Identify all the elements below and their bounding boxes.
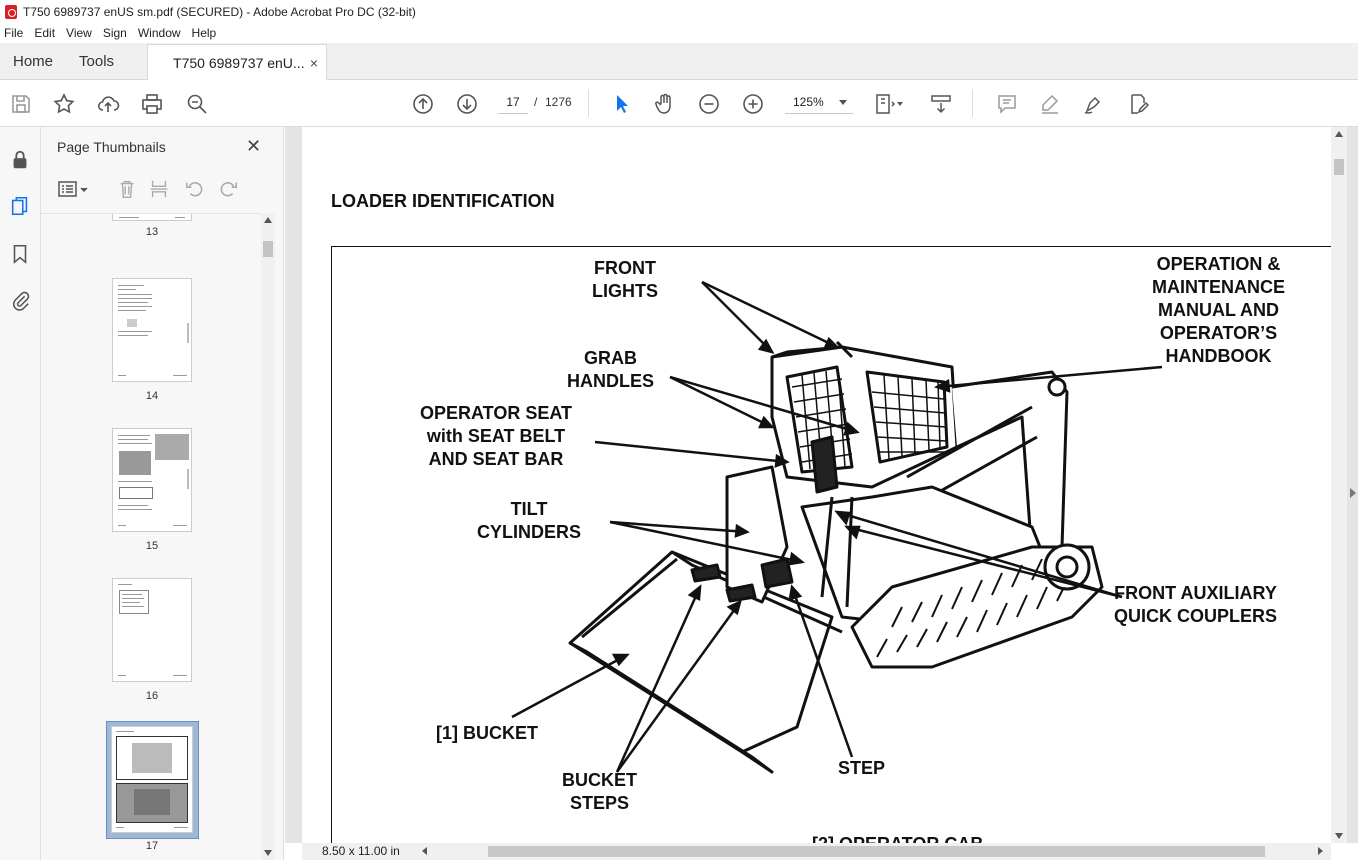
page-separator: / (534, 95, 538, 109)
tab-tools[interactable]: Tools (66, 43, 127, 79)
thumbnail-label: 13 (145, 226, 159, 238)
page-up-icon[interactable] (410, 91, 436, 117)
acrobat-logo-icon (5, 4, 17, 19)
callout-tilt-cylinders: TILT CYLINDERS (477, 499, 582, 542)
callout-front-lights: FRONT LIGHTS (592, 258, 658, 301)
zoom-value: 125% (793, 95, 824, 109)
scroll-down-icon[interactable] (264, 850, 272, 856)
left-rail (0, 127, 41, 860)
menu-bar: File Edit View Sign Window Help (0, 23, 1358, 43)
save-icon[interactable] (8, 91, 34, 117)
bookmark-icon[interactable] (7, 241, 33, 267)
thumbnail-page[interactable] (112, 428, 192, 532)
thumbnail-label: 15 (145, 540, 159, 552)
pdf-page: LOADER IDENTIFICATION FRONT LIGHTS OPERA… (302, 127, 1332, 843)
thumbnail-page[interactable] (112, 578, 192, 682)
scroll-up-icon[interactable] (1335, 131, 1343, 137)
scroll-down-icon[interactable] (1335, 833, 1343, 839)
close-icon[interactable]: ✕ (246, 136, 261, 157)
panel-title: Page Thumbnails (57, 139, 166, 155)
sign-icon[interactable] (1081, 91, 1107, 117)
toolbar-divider (972, 89, 973, 117)
thumbnail-options-icon[interactable] (57, 177, 91, 201)
callout-bucket-steps: BUCKET STEPS (562, 770, 637, 813)
scroll-right-icon[interactable] (1318, 847, 1323, 855)
vertical-scrollbar[interactable] (1331, 127, 1347, 843)
thumbnail-scrollbar[interactable] (261, 213, 275, 860)
extract-pages-icon[interactable] (147, 177, 171, 201)
menu-edit[interactable]: Edit (30, 26, 60, 40)
callout-bucket: [1] BUCKET (436, 723, 538, 743)
thumbnail-page[interactable] (112, 278, 192, 382)
delete-icon[interactable] (115, 177, 139, 201)
pages-icon[interactable] (7, 193, 33, 219)
page-number-input[interactable]: 17 (498, 90, 528, 114)
comment-icon[interactable] (994, 91, 1020, 117)
toolbar-divider (588, 89, 589, 117)
thumbnail-tools (53, 177, 273, 203)
thumbnail-list: 13 14 15 16 17 (41, 213, 271, 860)
select-cursor-icon[interactable] (608, 91, 634, 117)
thumbnail-label: 17 (145, 840, 159, 852)
print-icon[interactable] (139, 91, 165, 117)
tab-document-label: T750 6989737 enU... (173, 54, 305, 71)
tab-bar: Home Tools T750 6989737 enU... × (0, 43, 1358, 80)
horizontal-scroll-thumb[interactable] (488, 846, 1265, 857)
thumbnails-panel: Page Thumbnails ✕ 13 14 15 16 17 (41, 127, 284, 860)
tab-document[interactable]: T750 6989737 enU... × (147, 44, 328, 80)
thumbnail-label: 16 (145, 690, 159, 702)
thumbnail-page-current[interactable] (111, 726, 193, 833)
zoom-search-icon[interactable] (184, 91, 210, 117)
menu-window[interactable]: Window (134, 26, 186, 40)
scroll-left-icon[interactable] (422, 847, 427, 855)
callout-front-auxiliary: FRONT AUXILIARY QUICK COUPLERS (1114, 583, 1278, 626)
menu-sign[interactable]: Sign (99, 26, 132, 40)
menu-file[interactable]: File (0, 26, 28, 40)
rotate-left-icon[interactable] (183, 177, 207, 201)
page-down-icon[interactable] (454, 91, 480, 117)
tab-close-icon[interactable]: × (310, 55, 318, 71)
tab-home[interactable]: Home (0, 43, 66, 79)
page-heading: LOADER IDENTIFICATION (331, 191, 555, 211)
page-size: 8.50 x 11.00 in (322, 844, 400, 858)
upload-icon[interactable] (95, 91, 121, 117)
zoom-in-icon[interactable] (740, 91, 766, 117)
expand-right-panel-icon[interactable] (1350, 488, 1356, 498)
callout-step: STEP (838, 758, 886, 778)
page-total: 1276 (545, 95, 572, 109)
lock-icon[interactable] (7, 147, 33, 173)
menu-view[interactable]: View (62, 26, 97, 40)
toolbar (0, 80, 1358, 127)
thumbnail-page[interactable] (112, 214, 192, 221)
title-bar: T750 6989737 enUS sm.pdf (SECURED) - Ado… (0, 0, 1358, 23)
scroll-thumb[interactable] (263, 241, 273, 257)
star-icon[interactable] (51, 91, 77, 117)
rotate-right-icon[interactable] (216, 177, 240, 201)
scroll-mode-icon[interactable] (928, 91, 954, 117)
callout-operator-seat: OPERATOR SEAT with SEAT BELT AND SEAT BA… (420, 403, 573, 469)
loader-figure: FRONT LIGHTS OPERATION & MAINTENANCE MAN… (331, 246, 1332, 843)
hand-icon[interactable] (652, 91, 678, 117)
window-title: T750 6989737 enUS sm.pdf (SECURED) - Ado… (23, 4, 416, 19)
scroll-thumb[interactable] (1334, 159, 1344, 175)
fill-sign-icon[interactable] (1125, 91, 1151, 117)
callout-manual: OPERATION & MAINTENANCE MANUAL AND OPERA… (1152, 254, 1285, 366)
highlight-icon[interactable] (1037, 91, 1063, 117)
chevron-down-icon[interactable] (893, 91, 907, 117)
zoom-select[interactable]: 125% (785, 90, 853, 114)
thumbnail-label: 14 (145, 390, 159, 402)
attachment-icon[interactable] (7, 287, 33, 313)
scroll-up-icon[interactable] (264, 217, 272, 223)
callout-operator-cab: [2] OPERATOR CAB (812, 833, 983, 843)
callout-grab-handles: GRAB HANDLES (567, 348, 655, 391)
status-bar: 8.50 x 11.00 in (302, 843, 1331, 860)
chevron-down-icon (839, 100, 847, 105)
zoom-out-icon[interactable] (696, 91, 722, 117)
menu-help[interactable]: Help (188, 26, 222, 40)
document-viewer[interactable]: LOADER IDENTIFICATION FRONT LIGHTS OPERA… (285, 127, 1358, 843)
